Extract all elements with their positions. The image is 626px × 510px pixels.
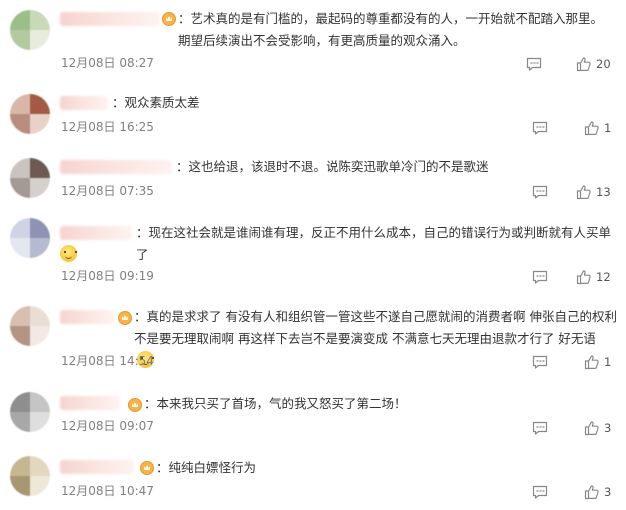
avatar-pixel: [30, 476, 50, 496]
crown-badge-icon: [162, 12, 176, 26]
like-button[interactable]: 12: [576, 269, 624, 285]
avatar-pixel: [10, 412, 30, 432]
avatar[interactable]: [10, 456, 50, 496]
avatar-pixel: [10, 456, 30, 476]
comment-bubble-icon[interactable]: [532, 185, 548, 199]
like-button[interactable]: 20: [576, 56, 626, 72]
avatar-pixel: [10, 94, 30, 114]
like-count: 20: [596, 57, 611, 71]
avatar-pixel: [10, 218, 30, 238]
avatar-pixel: [30, 392, 50, 412]
like-button[interactable]: 3: [584, 420, 624, 436]
comment-body: ：现在这社会就是谁闹谁有理，反正不用什么成本，自己的错误行为或判断就有人买单了: [136, 225, 612, 262]
like-count: 12: [596, 270, 611, 284]
comment-time: 12月08日 07:35: [61, 184, 154, 198]
comment-text: ：现在这社会就是谁闹谁有理，反正不用什么成本，自己的错误行为或判断就有人买单了: [136, 222, 616, 266]
avatar-pixel: [10, 30, 30, 50]
comment-body: ：真的是求求了 有没有人和组织管一管这些不遂自己愿就闹的消费者啊 伸张自己的权利…: [134, 309, 617, 346]
avatar-pixel: [10, 178, 30, 198]
crown-badge-icon: [128, 398, 142, 412]
avatar-pixel: [30, 218, 50, 238]
like-button[interactable]: 3: [584, 484, 624, 500]
avatar-pixel: [30, 94, 50, 114]
thumbs-up-icon: [584, 355, 599, 370]
avatar[interactable]: [10, 306, 50, 346]
avatar-pixel: [30, 158, 50, 178]
like-count: 1: [604, 121, 612, 135]
thumbs-up-icon: [584, 421, 599, 436]
crown-badge-icon: [140, 461, 154, 475]
crown-badge-icon: [118, 311, 132, 325]
comment-time: 12月08日 09:19: [61, 269, 154, 283]
comment-time: 12月08日 08:27: [61, 56, 154, 70]
avatar-pixel: [10, 392, 30, 412]
avatar[interactable]: [10, 158, 50, 198]
avatar-pixel: [10, 114, 30, 134]
avatar-pixel: [10, 238, 30, 258]
avatar-pixel: [30, 412, 50, 432]
avatar-pixel: [10, 158, 30, 178]
like-count: 3: [604, 485, 612, 499]
avatar-pixel: [30, 326, 50, 346]
comment-bubble-icon[interactable]: [532, 421, 548, 435]
avatar-pixel: [10, 306, 30, 326]
emoji-icon: [60, 245, 77, 262]
like-button[interactable]: 13: [576, 184, 624, 200]
thumbs-up-icon: [576, 57, 591, 72]
comment-text: ：艺术真的是有门槛的，最起码的尊重都没有的人，一开始就不配踏入那里。期望后续演出…: [178, 8, 614, 52]
thumbs-up-icon: [584, 121, 599, 136]
comment-text: ：本来我只买了首场，气的我又怒买了第二场！: [144, 396, 407, 411]
comment-bubble-icon[interactable]: [532, 355, 548, 369]
avatar[interactable]: [10, 218, 50, 258]
comment-text: ：观众素质太差: [112, 95, 200, 110]
username-blurred[interactable]: [60, 310, 114, 324]
comment-bubble-icon[interactable]: [526, 57, 542, 71]
thumbs-up-icon: [584, 485, 599, 500]
like-button[interactable]: 1: [584, 120, 624, 136]
avatar-pixel: [10, 476, 30, 496]
avatar-pixel: [10, 326, 30, 346]
comment-body: ：艺术真的是有门槛的，最起码的尊重都没有的人，一开始就不配踏入那里。期望后续演出…: [178, 11, 604, 48]
comment-time: 12月08日 09:07: [61, 419, 154, 433]
avatar-pixel: [30, 306, 50, 326]
like-count: 3: [604, 421, 612, 435]
comment-bubble-icon[interactable]: [532, 121, 548, 135]
username-blurred[interactable]: [60, 12, 160, 26]
like-count: 1: [604, 355, 612, 369]
comment-text: ：纯纯白嫖怪行为: [156, 460, 257, 475]
username-blurred[interactable]: [60, 396, 120, 410]
avatar-pixel: [30, 178, 50, 198]
comment-bubble-icon[interactable]: [532, 270, 548, 284]
thumbs-up-icon: [576, 270, 591, 285]
comment-text: ：这也给退，该退时不退。说陈奕迅歌单冷门的不是歌迷: [176, 159, 489, 174]
username-blurred[interactable]: [60, 226, 132, 240]
avatar-pixel: [30, 238, 50, 258]
avatar-pixel: [30, 30, 50, 50]
like-count: 13: [596, 185, 611, 199]
like-button[interactable]: 1: [584, 354, 624, 370]
comment-time: 12月08日 10:47: [61, 484, 154, 498]
username-blurred[interactable]: [60, 96, 108, 110]
avatar-pixel: [30, 456, 50, 476]
comment-time: 12月08日 14:54: [61, 354, 154, 368]
comment-bubble-icon[interactable]: [532, 485, 548, 499]
avatar[interactable]: [10, 392, 50, 432]
username-blurred[interactable]: [60, 160, 172, 174]
avatar-pixel: [30, 10, 50, 30]
avatar[interactable]: [10, 10, 50, 50]
avatar-pixel: [30, 114, 50, 134]
username-blurred[interactable]: [60, 460, 134, 474]
avatar-pixel: [10, 10, 30, 30]
comment-time: 12月08日 16:25: [61, 120, 154, 134]
avatar[interactable]: [10, 94, 50, 134]
thumbs-up-icon: [576, 185, 591, 200]
